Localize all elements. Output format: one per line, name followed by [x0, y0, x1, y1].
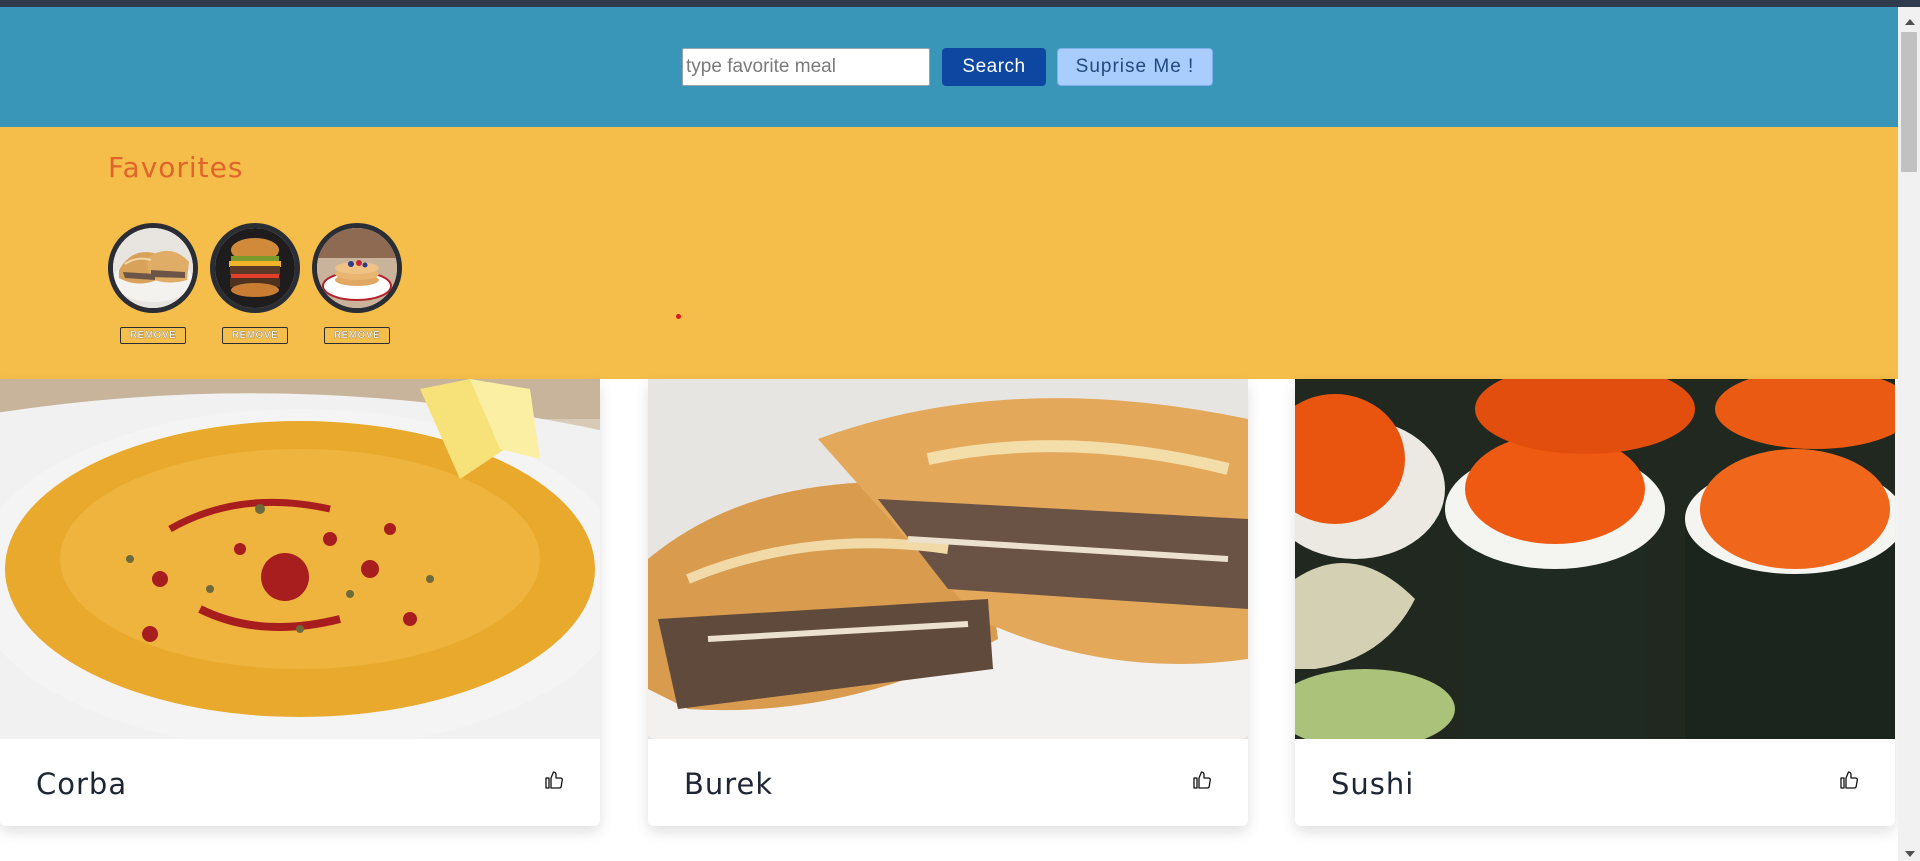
burek-thumbnail [113, 228, 193, 308]
cursor-dot [676, 314, 681, 319]
pancakes-thumbnail [317, 228, 397, 308]
scroll-thumb[interactable] [1901, 32, 1917, 172]
search-input[interactable] [682, 48, 930, 86]
thumbs-up-icon[interactable] [542, 768, 566, 792]
scroll-down-arrow-icon[interactable] [1905, 851, 1915, 857]
meal-card: Sushi [1295, 379, 1895, 826]
surprise-me-button[interactable]: Suprise Me ! [1057, 48, 1213, 86]
page: Search Suprise Me ! Favorites REMOVE [0, 0, 1920, 861]
search-button[interactable]: Search [942, 48, 1046, 86]
vertical-scrollbar[interactable] [1898, 7, 1920, 861]
favorites-section: Favorites REMOVE REMOVE REMOVE [0, 127, 1898, 379]
meal-card: Corba [0, 379, 600, 826]
favorites-title: Favorites [108, 151, 244, 184]
favorite-avatar-pancakes[interactable] [312, 223, 402, 313]
favorite-remove-button[interactable]: REMOVE [222, 327, 288, 344]
meal-card: Burek [648, 379, 1248, 826]
favorite-item: REMOVE [108, 223, 200, 349]
thumbs-up-icon[interactable] [1190, 768, 1214, 792]
favorite-remove-button[interactable]: REMOVE [324, 327, 390, 344]
favorite-avatar-burger[interactable] [210, 223, 300, 313]
thumbs-up-icon[interactable] [1837, 768, 1861, 792]
meal-title: Corba [36, 767, 128, 801]
favorite-avatar-burek[interactable] [108, 223, 198, 313]
meal-image [0, 379, 600, 739]
burger-thumbnail [215, 228, 295, 308]
meal-title: Sushi [1331, 767, 1415, 801]
meal-title: Burek [684, 767, 774, 801]
search-header: Search Suprise Me ! [0, 7, 1898, 127]
favorite-remove-button[interactable]: REMOVE [120, 327, 186, 344]
meal-image [1295, 379, 1895, 739]
scroll-up-arrow-icon[interactable] [1905, 19, 1915, 25]
browser-top-strip [0, 0, 1920, 7]
favorite-item: REMOVE [210, 223, 302, 349]
favorite-item: REMOVE [312, 223, 404, 349]
meal-image [648, 379, 1248, 739]
